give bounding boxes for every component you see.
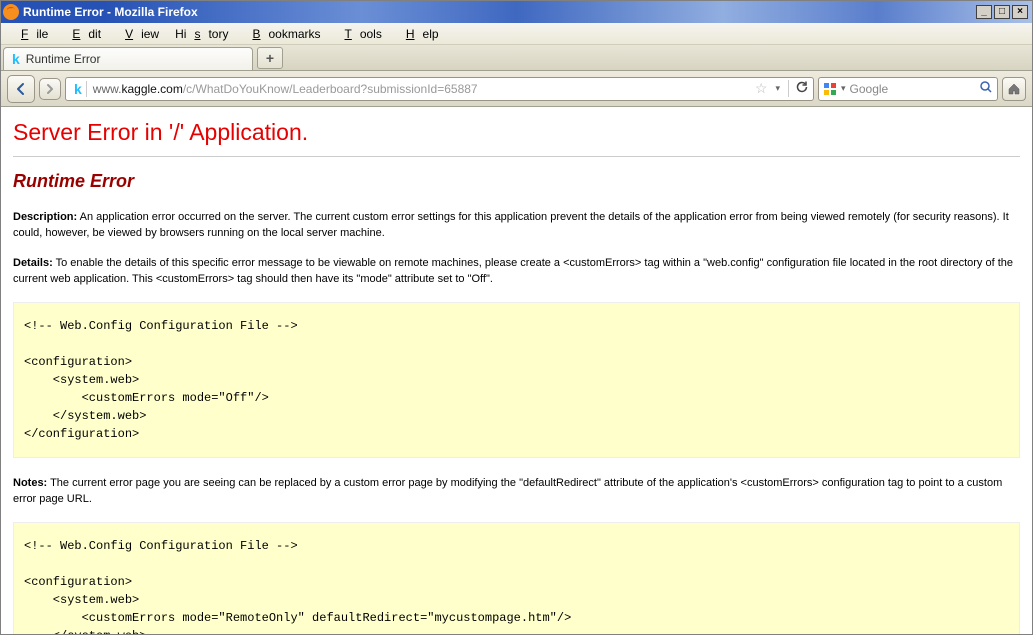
bookmark-star-icon[interactable]: ☆ <box>755 80 768 97</box>
window-title: Runtime Error - Mozilla Firefox <box>23 5 198 19</box>
new-tab-button[interactable]: + <box>257 47 283 69</box>
menu-help[interactable]: Help <box>390 24 447 44</box>
menu-bar: File Edit View History Bookmarks Tools H… <box>1 23 1032 45</box>
error-heading: Server Error in '/' Application. <box>13 119 1020 146</box>
back-button[interactable] <box>7 75 35 103</box>
home-icon <box>1007 82 1021 96</box>
reload-button[interactable] <box>788 80 809 97</box>
search-input[interactable]: ▾ Google <box>818 77 998 101</box>
search-placeholder: Google <box>850 82 889 96</box>
firefox-icon <box>3 4 19 20</box>
menu-view[interactable]: View <box>109 24 167 44</box>
code-block-1: <!-- Web.Config Configuration File --> <… <box>13 302 1020 458</box>
reload-icon <box>795 80 809 94</box>
menu-bookmarks[interactable]: Bookmarks <box>236 24 328 44</box>
divider <box>13 156 1020 157</box>
minimize-button[interactable]: _ <box>976 5 992 19</box>
maximize-button[interactable]: □ <box>994 5 1010 19</box>
navigation-toolbar: k www.kaggle.com/c/WhatDoYouKnow/Leaderb… <box>1 71 1032 107</box>
notes-paragraph: Notes: The current error page you are se… <box>13 476 1020 508</box>
url-dropdown-icon[interactable]: ▾ <box>773 83 782 94</box>
search-dropdown-icon[interactable]: ▾ <box>841 83 846 94</box>
search-go-button[interactable] <box>979 80 993 97</box>
description-paragraph: Description: An application error occurr… <box>13 210 1020 242</box>
window-titlebar: Runtime Error - Mozilla Firefox _ □ × <box>1 1 1032 23</box>
menu-edit[interactable]: Edit <box>56 24 109 44</box>
window-controls: _ □ × <box>976 5 1028 19</box>
menu-file[interactable]: File <box>5 24 56 44</box>
google-icon <box>823 82 837 96</box>
kaggle-favicon-icon: k <box>12 51 20 67</box>
menu-tools[interactable]: Tools <box>328 24 389 44</box>
magnifier-icon <box>979 80 993 94</box>
forward-button[interactable] <box>39 78 61 100</box>
tab-strip: k Runtime Error + <box>1 45 1032 71</box>
page-content: Server Error in '/' Application. Runtime… <box>1 107 1032 634</box>
url-text: www.kaggle.com/c/WhatDoYouKnow/Leaderboa… <box>93 82 478 96</box>
tab-active[interactable]: k Runtime Error <box>3 47 253 70</box>
details-paragraph: Details: To enable the details of this s… <box>13 256 1020 288</box>
home-button[interactable] <box>1002 77 1026 101</box>
close-button[interactable]: × <box>1012 5 1028 19</box>
menu-history[interactable]: History <box>167 24 236 44</box>
arrow-right-icon <box>44 83 56 95</box>
code-block-2: <!-- Web.Config Configuration File --> <… <box>13 522 1020 634</box>
site-favicon-icon: k <box>70 81 87 97</box>
tab-title: Runtime Error <box>26 52 101 66</box>
arrow-left-icon <box>13 81 29 97</box>
error-subheading: Runtime Error <box>13 171 1020 192</box>
url-input[interactable]: k www.kaggle.com/c/WhatDoYouKnow/Leaderb… <box>65 77 814 101</box>
